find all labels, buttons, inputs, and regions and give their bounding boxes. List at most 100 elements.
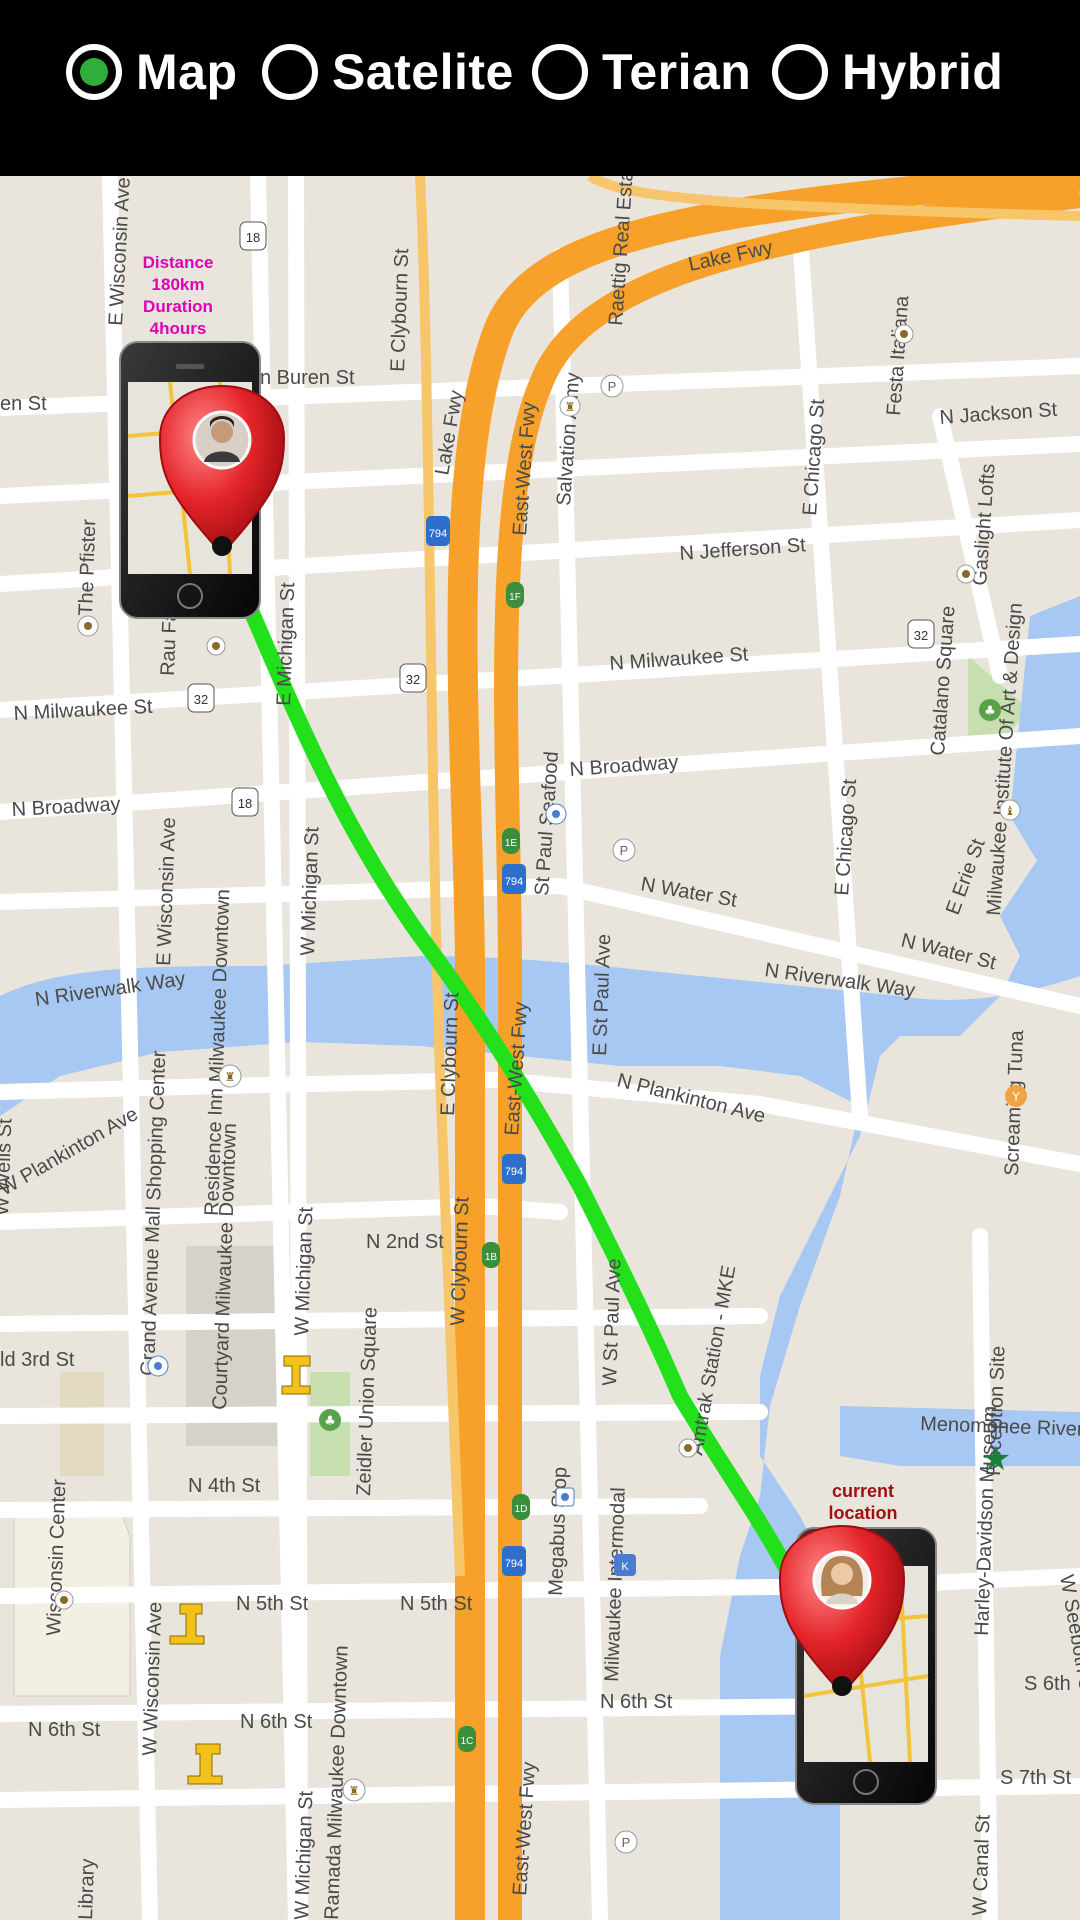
current-location-line1: current bbox=[831, 1481, 894, 1501]
parking-icon[interactable]: P bbox=[614, 1830, 638, 1854]
hotel-icon[interactable]: ♜ bbox=[218, 1064, 242, 1088]
svg-text:32: 32 bbox=[406, 672, 420, 687]
label-w-michigan-s: W Michigan St bbox=[291, 1790, 318, 1920]
svg-text:32: 32 bbox=[914, 628, 928, 643]
label-w-michigan-mid: W Michigan St bbox=[291, 1206, 318, 1336]
svg-text:794: 794 bbox=[505, 1166, 523, 1178]
shield-794-1: 794 bbox=[426, 516, 450, 546]
park-tree-icon[interactable]: ♣ bbox=[319, 1409, 341, 1431]
label-van-buren: n Buren St bbox=[260, 367, 355, 389]
label-n-3rd: ld 3rd St bbox=[0, 1349, 75, 1371]
current-avatar-face bbox=[831, 1563, 853, 1585]
park-tree-icon[interactable]: ♣ bbox=[979, 699, 1001, 721]
poi-dot-icon[interactable] bbox=[678, 1438, 698, 1458]
radio-hybrid-indicator[interactable] bbox=[772, 44, 828, 100]
shield-32-3: 32 bbox=[907, 619, 935, 649]
star-landmark-icon[interactable]: ★ bbox=[981, 1439, 1011, 1479]
label-n-2nd: N 2nd St bbox=[366, 1231, 444, 1253]
map-type-bar: Map Satelite Terian Hybrid bbox=[0, 0, 1080, 176]
svg-text:794: 794 bbox=[429, 528, 447, 540]
svg-text:♜: ♜ bbox=[225, 1070, 236, 1084]
svg-text:18: 18 bbox=[238, 796, 252, 811]
svg-text:K: K bbox=[621, 1561, 629, 1573]
shield-18-2: 18 bbox=[231, 787, 259, 817]
place-icon[interactable] bbox=[147, 1355, 169, 1377]
transit-icon[interactable]: K bbox=[614, 1554, 636, 1576]
svg-text:♝: ♝ bbox=[1005, 804, 1016, 818]
poi-dot-icon[interactable] bbox=[894, 324, 914, 344]
shield-32-2: 32 bbox=[399, 663, 427, 693]
shield-32-1: 32 bbox=[187, 683, 215, 713]
exit-1c: 1C bbox=[458, 1726, 476, 1752]
svg-text:1E: 1E bbox=[505, 838, 518, 849]
radio-satelite-indicator[interactable] bbox=[262, 44, 318, 100]
map-canvas[interactable]: Lake Fwy Lake Fwy East-West Fwy East-Wes… bbox=[0, 176, 1080, 1920]
label-e-clybourn: E Clybourn St bbox=[437, 992, 463, 1117]
radio-hybrid-label[interactable]: Hybrid bbox=[842, 43, 1003, 101]
svg-text:★: ★ bbox=[981, 1439, 1011, 1479]
svg-text:1B: 1B bbox=[485, 1252, 498, 1263]
label-library: Library bbox=[75, 1858, 99, 1920]
phone-speaker bbox=[176, 364, 204, 369]
parking-icon[interactable]: P bbox=[612, 838, 636, 862]
hotel-icon[interactable]: ♜ bbox=[342, 1778, 366, 1802]
radio-terian-label[interactable]: Terian bbox=[602, 43, 751, 101]
duration-label: Duration bbox=[143, 297, 213, 316]
shield-794-2: 794 bbox=[502, 864, 526, 894]
label-n-4th: N 4th St bbox=[188, 1475, 261, 1497]
poi-dot-icon[interactable] bbox=[956, 564, 976, 584]
restaurant-icon[interactable]: Y bbox=[1005, 1085, 1027, 1107]
exit-1d: 1D bbox=[512, 1494, 530, 1520]
current-pin-dot bbox=[832, 1676, 852, 1696]
school-icon[interactable]: ♝ bbox=[999, 799, 1021, 821]
svg-text:1F: 1F bbox=[509, 592, 521, 603]
salvation-icon[interactable]: ♜ bbox=[559, 395, 581, 417]
poi-dot-icon[interactable] bbox=[54, 1590, 74, 1610]
distance-label: Distance bbox=[142, 253, 214, 272]
current-location-marker[interactable] bbox=[778, 1524, 937, 1805]
label-w-clybourn: W Clybourn St bbox=[447, 1196, 474, 1326]
radio-satelite-label[interactable]: Satelite bbox=[332, 43, 514, 101]
svg-text:♣: ♣ bbox=[984, 704, 996, 719]
label-n-6th-e: N 6th St bbox=[600, 1691, 673, 1713]
duration-value: 4hours bbox=[149, 319, 207, 338]
bus-stop-icon[interactable] bbox=[555, 1487, 575, 1507]
label-megabus: Megabus Stop bbox=[545, 1467, 571, 1597]
label-the-pfister: The Pfister bbox=[75, 518, 100, 616]
svg-text:1C: 1C bbox=[461, 1736, 474, 1747]
radio-hybrid[interactable]: Hybrid bbox=[772, 38, 1003, 106]
current-location-line2: location bbox=[828, 1503, 898, 1523]
label-e-clybourn-n: E Clybourn St bbox=[387, 248, 413, 373]
place-icon[interactable] bbox=[545, 803, 567, 825]
svg-text:794: 794 bbox=[505, 876, 523, 888]
label-e-michigan: E Michigan St bbox=[273, 582, 299, 707]
svg-text:18: 18 bbox=[246, 230, 260, 245]
svg-text:♜: ♜ bbox=[349, 1784, 360, 1798]
parking-icon[interactable]: P bbox=[600, 374, 624, 398]
svg-text:P: P bbox=[622, 1835, 631, 1850]
svg-text:1D: 1D bbox=[515, 1504, 528, 1515]
shield-794-3: 794 bbox=[502, 1154, 526, 1184]
poi-dot-icon[interactable] bbox=[206, 636, 226, 656]
label-w-st-paul: W St Paul Ave bbox=[599, 1258, 625, 1386]
label-s-6th: S 6th bbox=[1024, 1673, 1071, 1695]
radio-terian-indicator[interactable] bbox=[532, 44, 588, 100]
label-n-5th: N 5th St bbox=[400, 1593, 473, 1615]
radio-satelite[interactable]: Satelite bbox=[262, 38, 514, 106]
label-n-6th-w: N 6th St bbox=[28, 1719, 101, 1741]
radio-map-label[interactable]: Map bbox=[136, 43, 238, 101]
map-view[interactable]: Lake Fwy Lake Fwy East-West Fwy East-Wes… bbox=[0, 176, 1080, 1920]
shield-18-1: 18 bbox=[239, 221, 267, 251]
label-n-6th: N 6th St bbox=[240, 1711, 313, 1733]
current-location-label: current location bbox=[808, 1480, 918, 1524]
start-location-marker[interactable] bbox=[119, 341, 286, 619]
route-info-label: Distance 180km Duration 4hours bbox=[123, 252, 233, 340]
label-s-7th: S 7th St bbox=[1000, 1767, 1072, 1789]
radio-terian[interactable]: Terian bbox=[532, 38, 751, 106]
block-3rd bbox=[60, 1372, 104, 1476]
radio-map[interactable]: Map bbox=[66, 38, 238, 106]
radio-map-indicator[interactable] bbox=[66, 44, 122, 100]
distance-value: 180km bbox=[151, 275, 205, 294]
exit-1f: 1F bbox=[506, 582, 524, 608]
poi-dot-icon[interactable] bbox=[77, 615, 99, 637]
